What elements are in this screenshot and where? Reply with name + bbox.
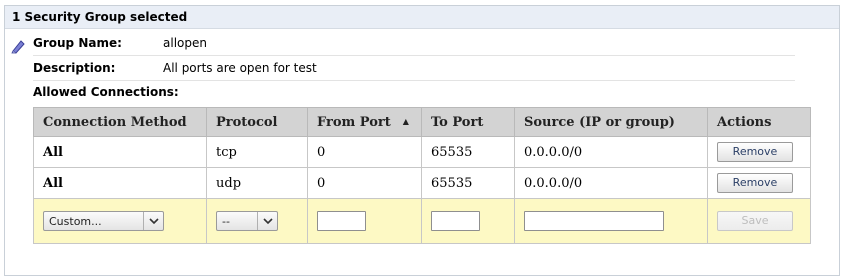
- cell-actions: Remove: [707, 167, 811, 199]
- cell-from-port-input: [307, 198, 422, 244]
- cell-source-input: [514, 198, 708, 244]
- source-input[interactable]: [524, 211, 664, 231]
- chevron-down-icon: [257, 212, 277, 230]
- to-port-input[interactable]: [431, 211, 480, 231]
- chevron-down-icon: [143, 212, 163, 230]
- cell-from-port: 0: [307, 167, 422, 199]
- column-header-from-port[interactable]: From Port ▲: [307, 107, 422, 137]
- column-header-protocol[interactable]: Protocol: [206, 107, 308, 137]
- cell-method-select: Custom...: [33, 198, 207, 244]
- cell-save: Save: [707, 198, 811, 244]
- cell-to-port-input: [421, 198, 515, 244]
- group-name-row: Group Name: allopen: [33, 31, 795, 56]
- connections-table: Connection Method Protocol From Port ▲ To…: [33, 107, 811, 244]
- sort-ascending-icon: ▲: [402, 115, 409, 126]
- table-header-row: Connection Method Protocol From Port ▲ To…: [33, 107, 811, 137]
- cell-source: 0.0.0.0/0: [514, 136, 708, 168]
- security-group-panel: 1 Security Group selected Group Name: al…: [4, 5, 840, 276]
- group-name-value: allopen: [163, 36, 207, 50]
- cell-protocol: tcp: [206, 136, 308, 168]
- cell-protocol: udp: [206, 167, 308, 199]
- panel-title: 1 Security Group selected: [5, 6, 839, 29]
- column-header-method[interactable]: Connection Method: [33, 107, 207, 137]
- column-header-to-port[interactable]: To Port: [421, 107, 515, 137]
- description-row: Description: All ports are open for test: [33, 56, 795, 81]
- column-header-source[interactable]: Source (IP or group): [514, 107, 708, 137]
- cell-to-port: 65535: [421, 167, 515, 199]
- group-name-label: Group Name:: [33, 36, 122, 50]
- table-row: All udp 0 65535 0.0.0.0/0 Remove: [33, 167, 811, 199]
- cell-to-port: 65535: [421, 136, 515, 168]
- remove-button[interactable]: Remove: [717, 142, 793, 162]
- allowed-connections-label: Allowed Connections:: [33, 85, 179, 99]
- table-row: All tcp 0 65535 0.0.0.0/0 Remove: [33, 136, 811, 168]
- cell-from-port: 0: [307, 136, 422, 168]
- connection-method-value: Custom...: [49, 214, 102, 228]
- allowed-connections-row: Allowed Connections:: [33, 80, 795, 104]
- cell-source: 0.0.0.0/0: [514, 167, 708, 199]
- save-button[interactable]: Save: [717, 211, 793, 231]
- cell-protocol-select: --: [206, 198, 308, 244]
- from-port-input[interactable]: [317, 211, 366, 231]
- cell-method: All: [33, 136, 207, 168]
- from-port-header-label: From Port: [317, 114, 391, 130]
- remove-button[interactable]: Remove: [717, 173, 793, 193]
- protocol-select[interactable]: --: [216, 211, 278, 231]
- security-group-icon: [11, 40, 25, 54]
- new-rule-row: Custom... -- Save: [33, 198, 811, 244]
- description-value: All ports are open for test: [163, 61, 317, 75]
- connection-method-select[interactable]: Custom...: [43, 211, 164, 231]
- cell-actions: Remove: [707, 136, 811, 168]
- protocol-value: --: [222, 214, 230, 228]
- description-label: Description:: [33, 61, 116, 75]
- column-header-actions: Actions: [707, 107, 811, 137]
- cell-method: All: [33, 167, 207, 199]
